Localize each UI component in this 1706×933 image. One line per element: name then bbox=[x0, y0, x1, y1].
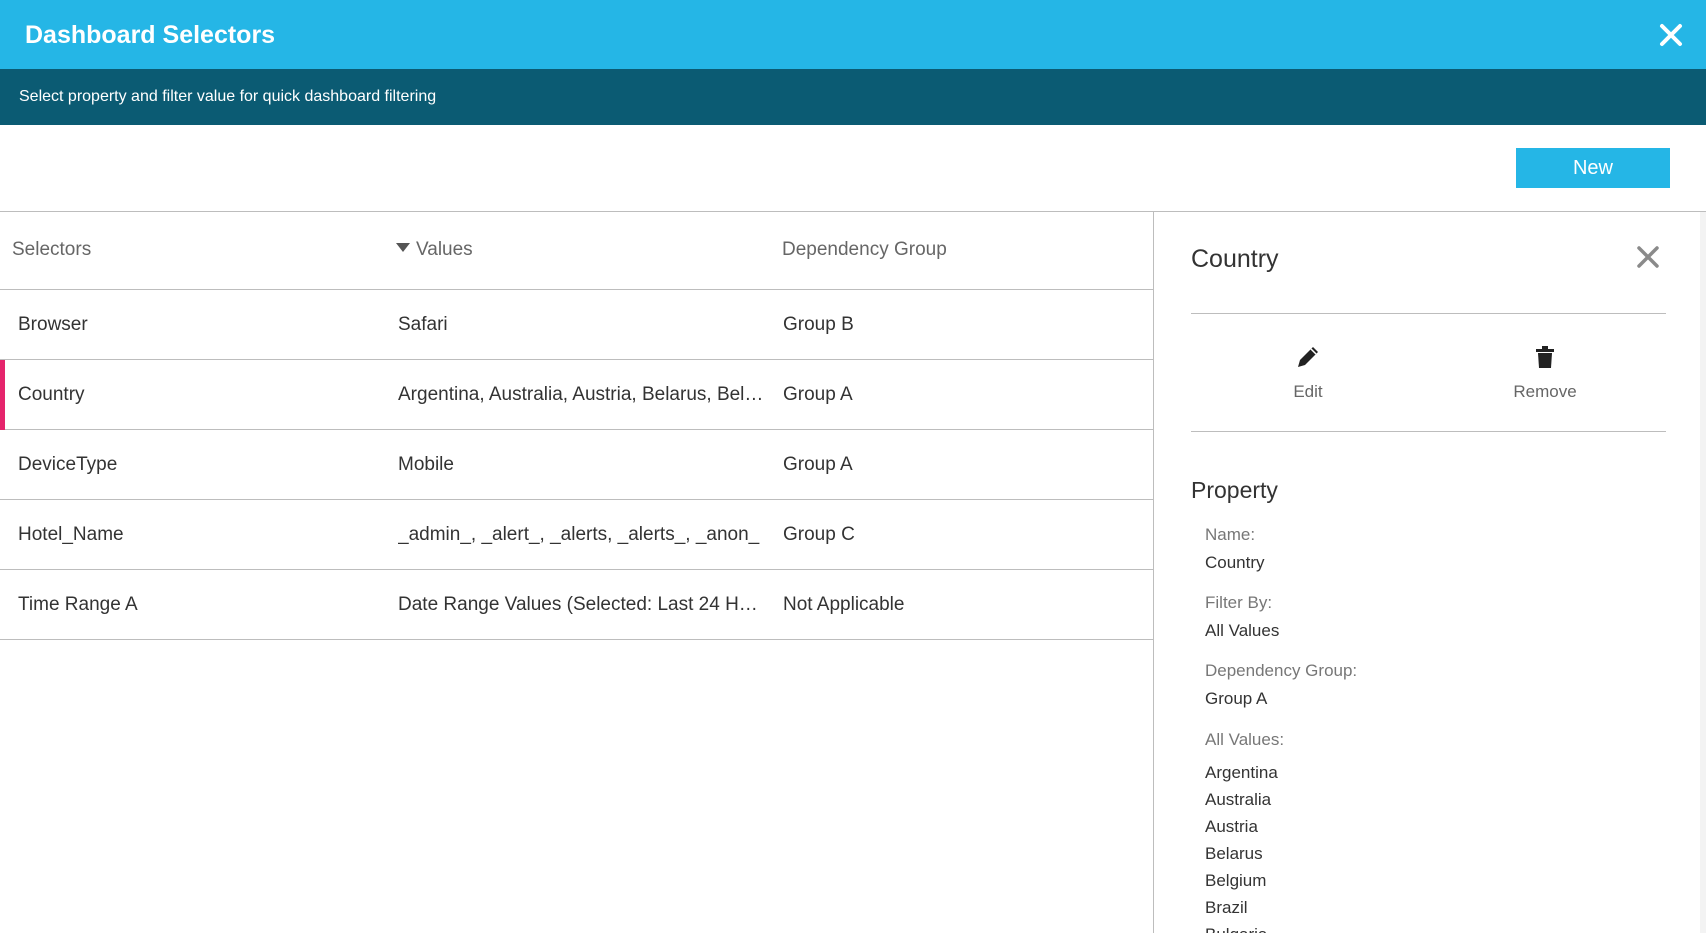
dialog-close-icon[interactable] bbox=[1656, 20, 1686, 50]
list-item: Bulgaria bbox=[1205, 921, 1284, 933]
group-cell: Group C bbox=[783, 524, 855, 545]
divider bbox=[1191, 431, 1666, 432]
selectors-table: Selectors Values Dependency Group Browse… bbox=[0, 212, 1154, 933]
table-row[interactable]: Hotel_Name _admin_, _alert_, _alerts, _a… bbox=[0, 500, 1153, 570]
filter-label: Filter By: bbox=[1205, 593, 1273, 612]
detail-scrollbar[interactable] bbox=[1700, 212, 1706, 933]
group-cell: Group A bbox=[783, 454, 853, 475]
dialog-subtitle-bar: Select property and filter value for qui… bbox=[0, 69, 1706, 125]
all-values-list: All Values: Argentina Australia Austria … bbox=[1205, 729, 1284, 933]
list-item: Australia bbox=[1205, 790, 1272, 809]
detail-close-icon[interactable] bbox=[1633, 242, 1663, 272]
group-cell: Group B bbox=[783, 314, 854, 335]
selector-cell: Country bbox=[18, 384, 85, 405]
table-header: Selectors Values Dependency Group bbox=[0, 212, 1153, 290]
edit-button[interactable]: Edit bbox=[1248, 342, 1368, 402]
group-cell: Group A bbox=[783, 384, 853, 405]
list-item: Austria bbox=[1205, 817, 1258, 836]
selector-cell: DeviceType bbox=[18, 454, 118, 475]
trash-icon bbox=[1530, 342, 1560, 372]
detail-heading: Country bbox=[1191, 245, 1279, 273]
detail-panel: Country Edit Remove Property Name: Count… bbox=[1155, 212, 1706, 933]
property-title: Property bbox=[1191, 477, 1278, 503]
selector-cell: Time Range A bbox=[18, 594, 138, 615]
group-cell: Not Applicable bbox=[783, 594, 905, 615]
header-values[interactable]: Values bbox=[396, 239, 762, 261]
list-item: Argentina bbox=[1205, 763, 1278, 782]
list-item: Brazil bbox=[1205, 898, 1248, 917]
list-item: Belarus bbox=[1205, 844, 1263, 863]
values-cell: Mobile bbox=[398, 454, 454, 475]
table-row[interactable]: Browser Safari Group B bbox=[0, 290, 1153, 360]
edit-label: Edit bbox=[1293, 382, 1323, 401]
dependency-label: Dependency Group: bbox=[1205, 661, 1358, 680]
header-values-label: Values bbox=[416, 239, 473, 260]
pencil-icon bbox=[1293, 342, 1323, 372]
dialog-subtitle: Select property and filter value for qui… bbox=[19, 88, 437, 105]
divider bbox=[1191, 313, 1666, 314]
toolbar: New bbox=[0, 125, 1706, 212]
filter-value: All Values bbox=[1205, 621, 1280, 640]
caret-down-icon bbox=[396, 243, 410, 252]
remove-label: Remove bbox=[1513, 382, 1577, 401]
values-cell: Safari bbox=[398, 314, 448, 335]
name-value: Country bbox=[1205, 553, 1265, 572]
remove-button[interactable]: Remove bbox=[1485, 342, 1605, 402]
selector-cell: Hotel_Name bbox=[18, 524, 124, 545]
header-dependency-group[interactable]: Dependency Group bbox=[782, 239, 1142, 261]
values-cell: Date Range Values (Selected: Last 24 Hou… bbox=[398, 594, 764, 615]
dependency-value: Group A bbox=[1205, 689, 1268, 708]
table-row-selected[interactable]: Country Argentina, Australia, Austria, B… bbox=[0, 360, 1153, 430]
dependency-field: Dependency Group: Group A bbox=[1205, 661, 1357, 709]
filter-field: Filter By: All Values bbox=[1205, 593, 1279, 641]
values-cell: _admin_, _alert_, _alerts, _alerts_, _an… bbox=[398, 524, 760, 545]
table-row[interactable]: DeviceType Mobile Group A bbox=[0, 430, 1153, 500]
name-label: Name: bbox=[1205, 525, 1256, 544]
new-button[interactable]: New bbox=[1516, 148, 1670, 188]
selector-cell: Browser bbox=[18, 314, 88, 335]
all-values-label: All Values: bbox=[1205, 730, 1285, 749]
header-selectors[interactable]: Selectors bbox=[12, 239, 372, 261]
values-cell: Argentina, Australia, Austria, Belarus, … bbox=[398, 384, 764, 405]
dialog-title: Dashboard Selectors bbox=[25, 21, 276, 49]
list-item: Belgium bbox=[1205, 871, 1267, 890]
dialog-titlebar: Dashboard Selectors bbox=[0, 0, 1706, 69]
table-row[interactable]: Time Range A Date Range Values (Selected… bbox=[0, 570, 1153, 640]
name-field: Name: Country bbox=[1205, 525, 1265, 573]
